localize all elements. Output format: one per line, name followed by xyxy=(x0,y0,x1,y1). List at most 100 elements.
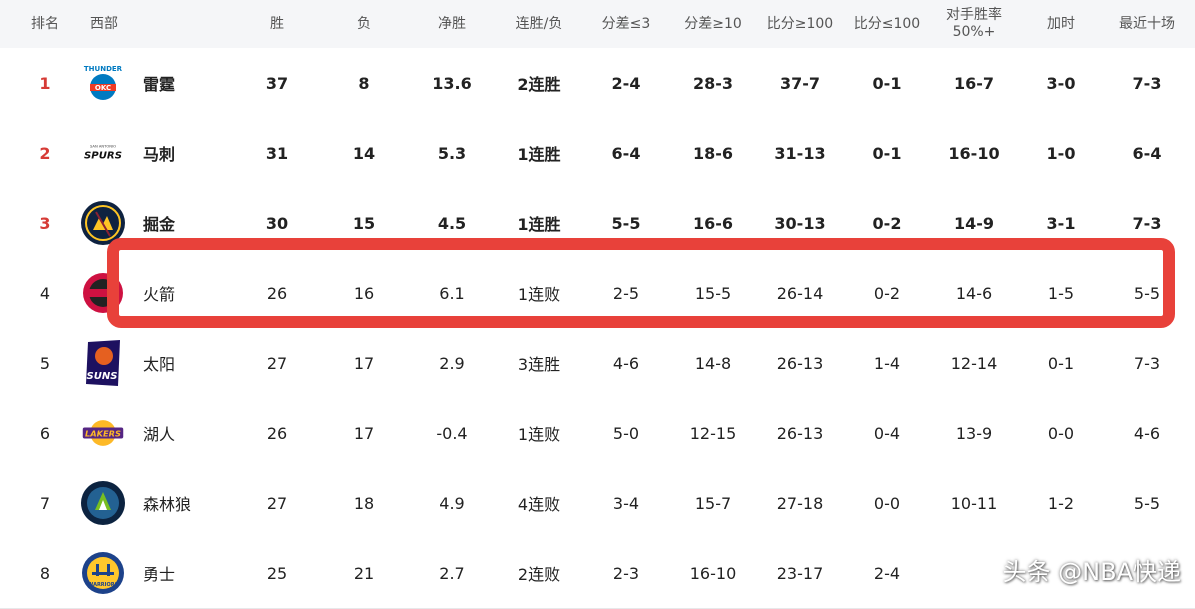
rank-cell: 6 xyxy=(39,423,51,443)
score-ge100-cell: 23-17 xyxy=(776,563,824,583)
table-row[interactable]: 3 掘金 30 15 4.5 1连胜 5-5 16-6 30-13 0-2 14… xyxy=(0,188,1195,259)
table-row[interactable]: 7 森林狼 27 18 4.9 4连败 3-4 15-7 27-18 0-0 1… xyxy=(0,468,1195,539)
wins-cell: 27 xyxy=(266,353,288,373)
table-header: 排名 西部 胜 负 净胜 连胜/负 分差≤3 分差≥10 比分≥100 比分≤1… xyxy=(0,0,1195,49)
losses-cell: 21 xyxy=(353,563,375,583)
header-last10[interactable]: 最近十场 xyxy=(1104,0,1190,48)
overtime-cell: 1-2 xyxy=(1047,493,1075,513)
net-cell: 2.7 xyxy=(439,563,465,583)
header-score-ge100[interactable]: 比分≥100 xyxy=(757,0,843,48)
losses-cell: 17 xyxy=(353,353,375,373)
net-cell: -0.4 xyxy=(436,423,468,443)
net-cell: 4.5 xyxy=(437,213,467,233)
diff-le3-cell: 6-4 xyxy=(611,143,641,163)
rank-cell: 7 xyxy=(39,493,51,513)
rockets-logo xyxy=(80,270,126,316)
score-ge100-cell: 26-14 xyxy=(776,283,824,303)
header-opp-winpct[interactable]: 对手胜率 50%+ xyxy=(930,0,1018,48)
losses-cell: 18 xyxy=(353,493,375,513)
table-row[interactable]: 5 SUNS 太阳 27 17 2.9 3连胜 4-6 14-8 26-13 1… xyxy=(0,328,1195,399)
header-score-le100[interactable]: 比分≤100 xyxy=(844,0,930,48)
header-wins[interactable]: 胜 xyxy=(247,0,307,48)
wins-cell: 30 xyxy=(265,213,289,233)
diff-le3-cell: 4-6 xyxy=(612,353,640,373)
nuggets-logo xyxy=(80,200,126,246)
losses-cell: 14 xyxy=(352,143,376,163)
team-name[interactable]: 森林狼 xyxy=(143,468,233,538)
diff-ge10-cell: 15-5 xyxy=(694,283,732,303)
diff-ge10-cell: 14-8 xyxy=(694,353,732,373)
diff-ge10-cell: 28-3 xyxy=(692,73,734,93)
team-name[interactable]: 太阳 xyxy=(143,328,233,398)
rank-cell: 4 xyxy=(39,283,51,303)
score-le100-cell: 2-4 xyxy=(873,563,901,583)
net-cell: 4.9 xyxy=(439,493,465,513)
header-net[interactable]: 净胜 xyxy=(412,0,492,48)
losses-cell: 16 xyxy=(353,283,375,303)
diff-ge10-cell: 12-15 xyxy=(689,423,737,443)
streak-cell: 2连败 xyxy=(517,565,561,584)
opp-winpct-cell: 14-6 xyxy=(955,283,993,303)
spurs-logo-small: SAN ANTONIO xyxy=(90,144,116,148)
suns-logo-text: SUNS xyxy=(87,371,118,382)
last10-cell: 5-5 xyxy=(1133,493,1161,513)
table-row[interactable]: 2 SAN ANTONIO SPURS 马刺 31 14 5.3 1连胜 6-4 … xyxy=(0,118,1195,189)
team-name[interactable]: 雷霆 xyxy=(143,48,233,118)
team-name[interactable]: 火箭 xyxy=(143,258,233,328)
rank-cell: 5 xyxy=(39,353,51,373)
opp-winpct-cell: 16-10 xyxy=(948,143,1000,163)
team-name[interactable]: 掘金 xyxy=(143,188,233,258)
opp-winpct-cell: 14-9 xyxy=(953,213,995,233)
thunder-logo: THUNDER OKC xyxy=(80,60,126,106)
opp-winpct-cell: 16-7 xyxy=(953,73,995,93)
wins-cell: 25 xyxy=(266,563,288,583)
score-le100-cell: 0-1 xyxy=(872,73,902,93)
header-streak[interactable]: 连胜/负 xyxy=(494,0,584,48)
opp-winpct-cell: 10-11 xyxy=(950,493,998,513)
streak-cell: 2连胜 xyxy=(517,75,561,94)
score-le100-cell: 0-2 xyxy=(872,213,902,233)
diff-ge10-cell: 16-10 xyxy=(689,563,737,583)
rank-cell: 8 xyxy=(39,563,51,583)
overtime-cell: 1-0 xyxy=(1046,143,1076,163)
overtime-cell: 1-5 xyxy=(1047,283,1075,303)
rank-cell: 3 xyxy=(39,213,51,233)
streak-cell: 3连胜 xyxy=(517,355,561,374)
score-le100-cell: 1-4 xyxy=(873,353,901,373)
table-row[interactable]: 6 LAKERS 湖人 26 17 -0.4 1连败 5-0 12-15 26-… xyxy=(0,398,1195,469)
score-le100-cell: 0-4 xyxy=(873,423,901,443)
losses-cell: 8 xyxy=(358,73,370,93)
team-name[interactable]: 马刺 xyxy=(143,118,233,188)
overtime-cell: 3-0 xyxy=(1046,73,1076,93)
last10-cell: 5-5 xyxy=(1133,283,1161,303)
header-rank[interactable]: 排名 xyxy=(22,0,68,48)
score-ge100-cell: 27-18 xyxy=(776,493,824,513)
table-row[interactable]: 4 火箭 26 16 6.1 1连败 2-5 15-5 26-14 0-2 14… xyxy=(0,258,1195,329)
wins-cell: 26 xyxy=(266,283,288,303)
opp-winpct-cell: 13-9 xyxy=(955,423,993,443)
overtime-cell: 3-1 xyxy=(1046,213,1076,233)
score-le100-cell: 0-1 xyxy=(872,143,902,163)
net-cell: 13.6 xyxy=(432,73,472,93)
streak-cell: 1连败 xyxy=(517,285,561,304)
header-diff-ge10[interactable]: 分差≥10 xyxy=(670,0,756,48)
net-cell: 2.9 xyxy=(439,353,465,373)
diff-ge10-cell: 16-6 xyxy=(692,213,734,233)
diff-le3-cell: 2-4 xyxy=(611,73,641,93)
team-name[interactable]: 湖人 xyxy=(143,398,233,468)
diff-le3-cell: 2-3 xyxy=(612,563,640,583)
diff-le3-cell: 5-5 xyxy=(611,213,641,233)
spurs-logo-text: SPURS xyxy=(84,151,122,162)
header-losses[interactable]: 负 xyxy=(334,0,394,48)
timberwolves-logo xyxy=(80,480,126,526)
score-le100-cell: 0-2 xyxy=(873,283,901,303)
team-name[interactable]: 勇士 xyxy=(143,538,233,608)
table-row[interactable]: 1 THUNDER OKC 雷霆 37 8 13.6 2连胜 2-4 28-3 3… xyxy=(0,48,1195,119)
warriors-logo: WARRIORS xyxy=(80,550,126,596)
header-conference[interactable]: 西部 xyxy=(90,0,150,48)
spurs-logo: SAN ANTONIO SPURS xyxy=(80,130,126,176)
header-diff-le3[interactable]: 分差≤3 xyxy=(584,0,668,48)
header-overtime[interactable]: 加时 xyxy=(1020,0,1102,48)
diff-ge10-cell: 18-6 xyxy=(692,143,734,163)
lakers-logo: LAKERS xyxy=(80,410,126,456)
